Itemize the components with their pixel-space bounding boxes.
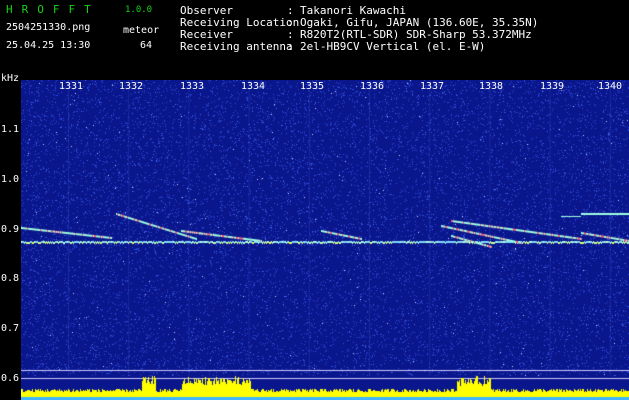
y-tick-label: 1.0 bbox=[1, 174, 20, 185]
y-axis-unit: kHz bbox=[1, 73, 20, 84]
info-value-antenna: 2el-HB9CV Vertical (el. E-W) bbox=[300, 40, 486, 53]
info-label-antenna: Receiving antenna bbox=[180, 40, 293, 53]
y-tick-label: 0.8 bbox=[1, 273, 20, 284]
y-tick-label: 1.1 bbox=[1, 124, 20, 135]
app-version: 1.0.0 bbox=[125, 5, 153, 15]
x-tick-label: 1337 bbox=[420, 81, 445, 92]
y-tick-label: 0.9 bbox=[1, 224, 20, 235]
spectrogram-window: HROFFT 1.0.0 2504251330.png meteor 25.04… bbox=[0, 0, 629, 400]
spectrogram-canvas bbox=[21, 80, 629, 400]
x-tick-label: 1331 bbox=[59, 81, 84, 92]
file-name: 2504251330.png bbox=[6, 22, 91, 33]
x-tick-label: 1339 bbox=[540, 81, 565, 92]
x-tick-label: 1332 bbox=[119, 81, 144, 92]
meteor-count-value: 64 bbox=[140, 40, 153, 51]
x-tick-label: 1338 bbox=[479, 81, 504, 92]
app-title: HROFFT bbox=[6, 3, 100, 16]
x-tick-label: 1333 bbox=[180, 81, 205, 92]
x-tick-label: 1335 bbox=[300, 81, 325, 92]
y-tick-label: 0.7 bbox=[1, 323, 20, 334]
x-tick-label: 1334 bbox=[241, 81, 266, 92]
x-tick-label: 1336 bbox=[360, 81, 385, 92]
y-tick-label: 0.6 bbox=[1, 373, 20, 384]
file-timestamp: 25.04.25 13:30 bbox=[6, 40, 91, 51]
info-sep: : bbox=[287, 40, 294, 53]
meteor-count-label: meteor bbox=[123, 25, 160, 36]
x-tick-label: 1340 bbox=[598, 81, 623, 92]
